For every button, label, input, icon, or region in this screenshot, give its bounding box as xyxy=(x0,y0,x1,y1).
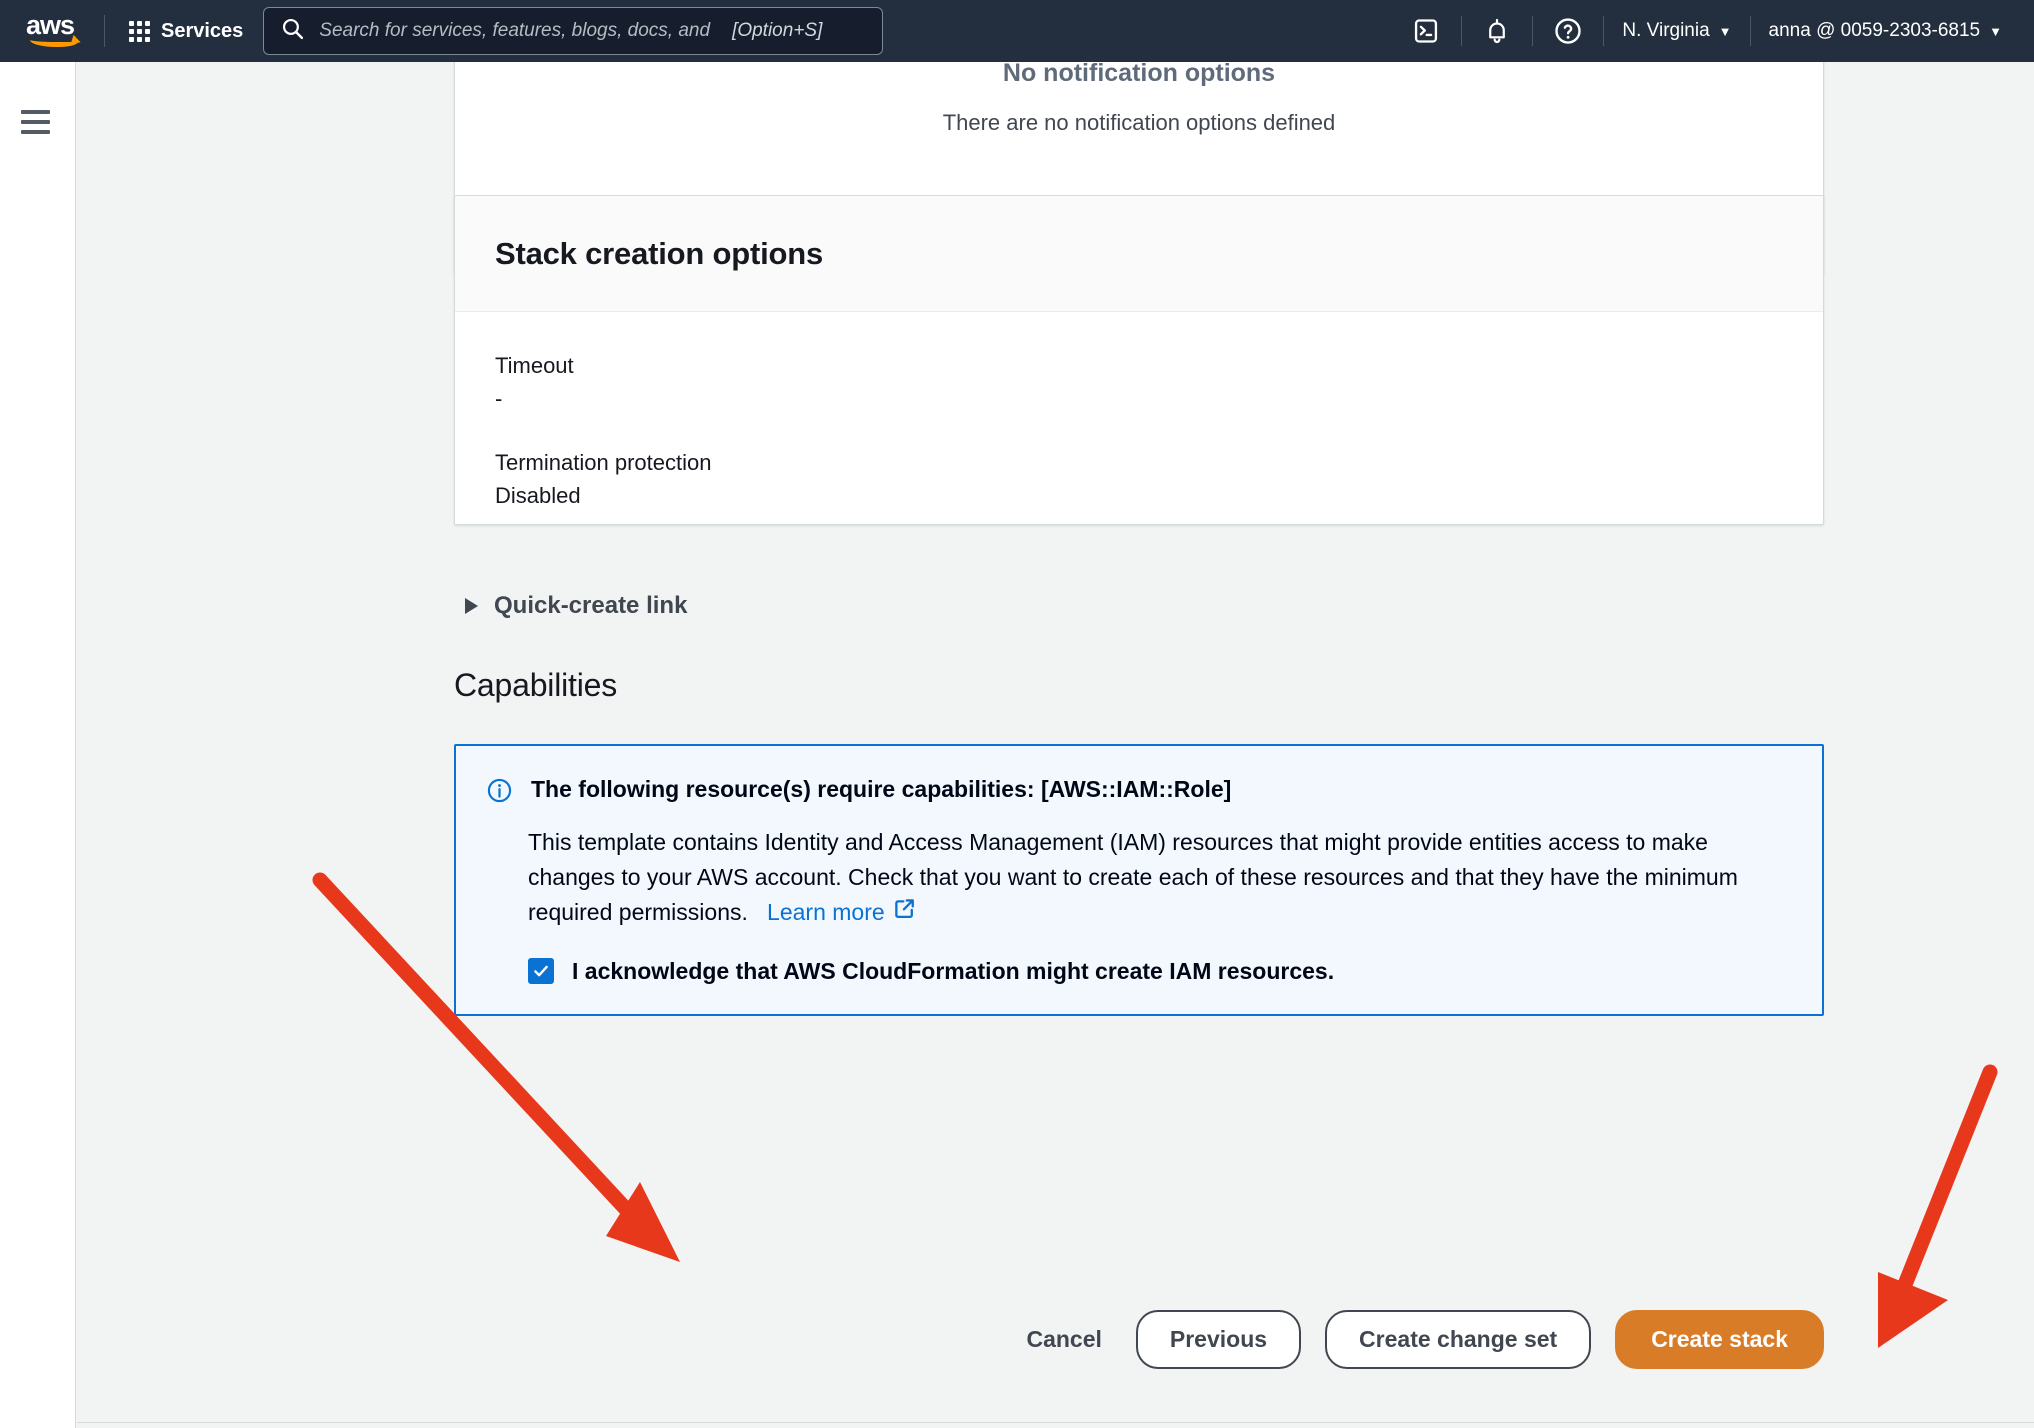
region-label: N. Virginia xyxy=(1622,20,1710,41)
field-spacer xyxy=(495,415,1783,447)
create-change-set-button[interactable]: Create change set xyxy=(1325,1310,1592,1369)
acknowledge-checkbox-row[interactable]: I acknowledge that AWS CloudFormation mi… xyxy=(528,958,1792,985)
quick-create-link-label: Quick-create link xyxy=(494,592,688,619)
learn-more-link[interactable]: Learn more xyxy=(767,895,916,930)
learn-more-label: Learn more xyxy=(767,898,885,925)
nav-separator xyxy=(1603,16,1605,46)
notification-options-empty-text: There are no notification options define… xyxy=(942,110,1336,135)
services-label: Services xyxy=(161,19,244,42)
account-menu[interactable]: anna @ 0059-2303-6815 ▼ xyxy=(1763,20,2008,42)
cloudshell-icon[interactable] xyxy=(1403,8,1449,54)
aws-logo-smile xyxy=(30,34,78,47)
stack-creation-options-panel: Stack creation options Timeout - Termina… xyxy=(454,195,1824,525)
termination-protection-value: Disabled xyxy=(495,482,581,508)
alert-body-paragraph: This template contains Identity and Acce… xyxy=(528,829,1738,925)
nav-separator xyxy=(1532,16,1534,46)
capabilities-heading: Capabilities xyxy=(454,667,618,703)
search-icon xyxy=(280,16,305,46)
aws-wordmark: aws xyxy=(26,10,75,40)
panel-body: Timeout - Termination protection Disable… xyxy=(455,312,1823,512)
quick-create-link-expander[interactable]: Quick-create link xyxy=(465,592,687,620)
services-menu-button[interactable]: Services xyxy=(121,14,251,49)
region-selector[interactable]: N. Virginia ▼ xyxy=(1616,20,1737,42)
chevron-down-icon: ▼ xyxy=(1718,23,1732,39)
capabilities-alert: The following resource(s) require capabi… xyxy=(454,744,1824,1016)
alert-title: The following resource(s) require capabi… xyxy=(531,776,1232,802)
timeout-label: Timeout xyxy=(495,353,574,378)
create-stack-button[interactable]: Create stack xyxy=(1615,1310,1824,1369)
panel-header: Stack creation options xyxy=(455,196,1823,312)
left-sidebar xyxy=(0,62,76,1428)
nav-separator xyxy=(1461,16,1463,46)
search-shortcut-hint: [Option+S] xyxy=(732,20,823,41)
aws-logo[interactable]: aws xyxy=(26,10,88,48)
top-navigation-bar: aws Services Search for services, featur… xyxy=(0,0,2034,62)
hamburger-menu-icon[interactable] xyxy=(21,110,50,140)
triangle-right-icon xyxy=(465,598,478,614)
timeout-value: - xyxy=(495,385,503,411)
wizard-footer: Cancel Previous Create change set Create… xyxy=(77,1296,2034,1428)
search-input[interactable]: Search for services, features, blogs, do… xyxy=(263,7,884,55)
nav-separator xyxy=(1749,16,1751,46)
acknowledge-checkbox-label: I acknowledge that AWS CloudFormation mi… xyxy=(572,957,1335,984)
help-icon[interactable] xyxy=(1545,8,1591,54)
cancel-button[interactable]: Cancel xyxy=(1016,1314,1111,1365)
alert-header-row: The following resource(s) require capabi… xyxy=(486,774,1792,809)
nav-right-group: N. Virginia ▼ anna @ 0059-2303-6815 ▼ xyxy=(1403,0,2034,62)
footer-button-group: Cancel Previous Create change set Create… xyxy=(1016,1310,1824,1369)
nav-divider xyxy=(104,15,105,47)
external-link-icon xyxy=(893,895,916,930)
account-label: anna @ 0059-2303-6815 xyxy=(1768,20,1981,41)
info-icon xyxy=(486,777,513,809)
acknowledge-checkbox[interactable] xyxy=(528,958,554,985)
search-placeholder: Search for services, features, blogs, do… xyxy=(319,20,711,41)
termination-protection-label: Termination protection xyxy=(495,449,712,475)
main-content: No notification options There are no not… xyxy=(77,62,2034,1428)
grid-icon xyxy=(129,20,150,42)
panel-title: Stack creation options xyxy=(495,235,824,271)
footer-divider xyxy=(77,1422,2034,1423)
notification-options-title: No notification options xyxy=(1002,62,1276,87)
chevron-down-icon: ▼ xyxy=(1989,23,2002,39)
bell-icon[interactable] xyxy=(1474,8,1520,54)
alert-body-text: This template contains Identity and Acce… xyxy=(528,825,1758,930)
previous-button[interactable]: Previous xyxy=(1135,1310,1302,1369)
